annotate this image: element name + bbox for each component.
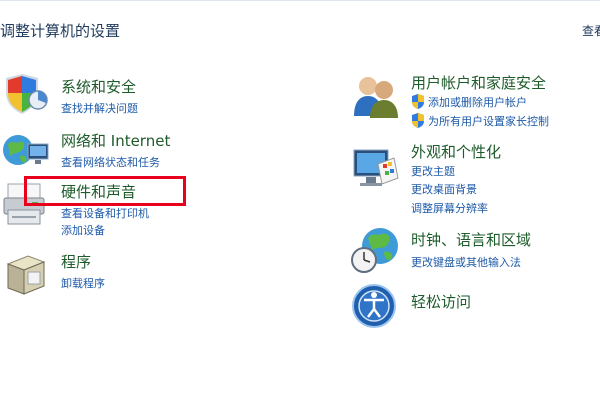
category-appearance[interactable]: 外观和个性化 xyxy=(411,141,501,162)
link-screen-resolution[interactable]: 调整屏幕分辨率 xyxy=(411,200,488,216)
users-icon[interactable] xyxy=(350,72,402,120)
top-border xyxy=(0,0,600,1)
link-devices-printers[interactable]: 查看设备和打印机 xyxy=(61,205,149,221)
link-change-keyboard[interactable]: 更改键盘或其他输入法 xyxy=(411,254,521,270)
link-parental-controls-label: 为所有用户设置家长控制 xyxy=(428,115,549,128)
link-change-background[interactable]: 更改桌面背景 xyxy=(411,181,477,197)
link-network-status[interactable]: 查看网络状态和任务 xyxy=(61,154,160,170)
category-system-security[interactable]: 系统和安全 xyxy=(61,76,136,97)
link-parental-controls[interactable]: 为所有用户设置家长控制 xyxy=(411,113,549,129)
category-programs[interactable]: 程序 xyxy=(61,251,91,272)
link-add-device[interactable]: 添加设备 xyxy=(61,222,105,238)
programs-box-icon[interactable] xyxy=(2,250,48,298)
uac-shield-icon xyxy=(412,94,424,109)
highlight-box xyxy=(24,176,186,206)
monitor-palette-icon[interactable] xyxy=(350,144,402,192)
link-change-theme[interactable]: 更改主题 xyxy=(411,163,455,179)
category-clock-language-region[interactable]: 时钟、语言和区域 xyxy=(411,229,531,250)
category-ease-of-access[interactable]: 轻松访问 xyxy=(411,291,471,312)
clock-globe-icon[interactable] xyxy=(350,226,402,276)
link-add-remove-accounts-label: 添加或删除用户帐户 xyxy=(428,96,527,109)
category-network-internet[interactable]: 网络和 Internet xyxy=(61,130,170,151)
uac-shield-icon xyxy=(412,113,424,128)
ease-of-access-icon[interactable] xyxy=(350,282,400,330)
network-globe-icon[interactable] xyxy=(2,132,50,172)
security-shield-icon[interactable] xyxy=(2,72,50,116)
page-title: 调整计算机的设置 xyxy=(0,22,121,40)
link-troubleshoot[interactable]: 查找并解决问题 xyxy=(61,100,138,116)
link-add-remove-accounts[interactable]: 添加或删除用户帐户 xyxy=(411,94,527,110)
category-user-accounts[interactable]: 用户帐户和家庭安全 xyxy=(411,72,546,93)
view-by-label[interactable]: 查看 xyxy=(582,22,600,39)
link-uninstall-program[interactable]: 卸载程序 xyxy=(61,275,105,291)
